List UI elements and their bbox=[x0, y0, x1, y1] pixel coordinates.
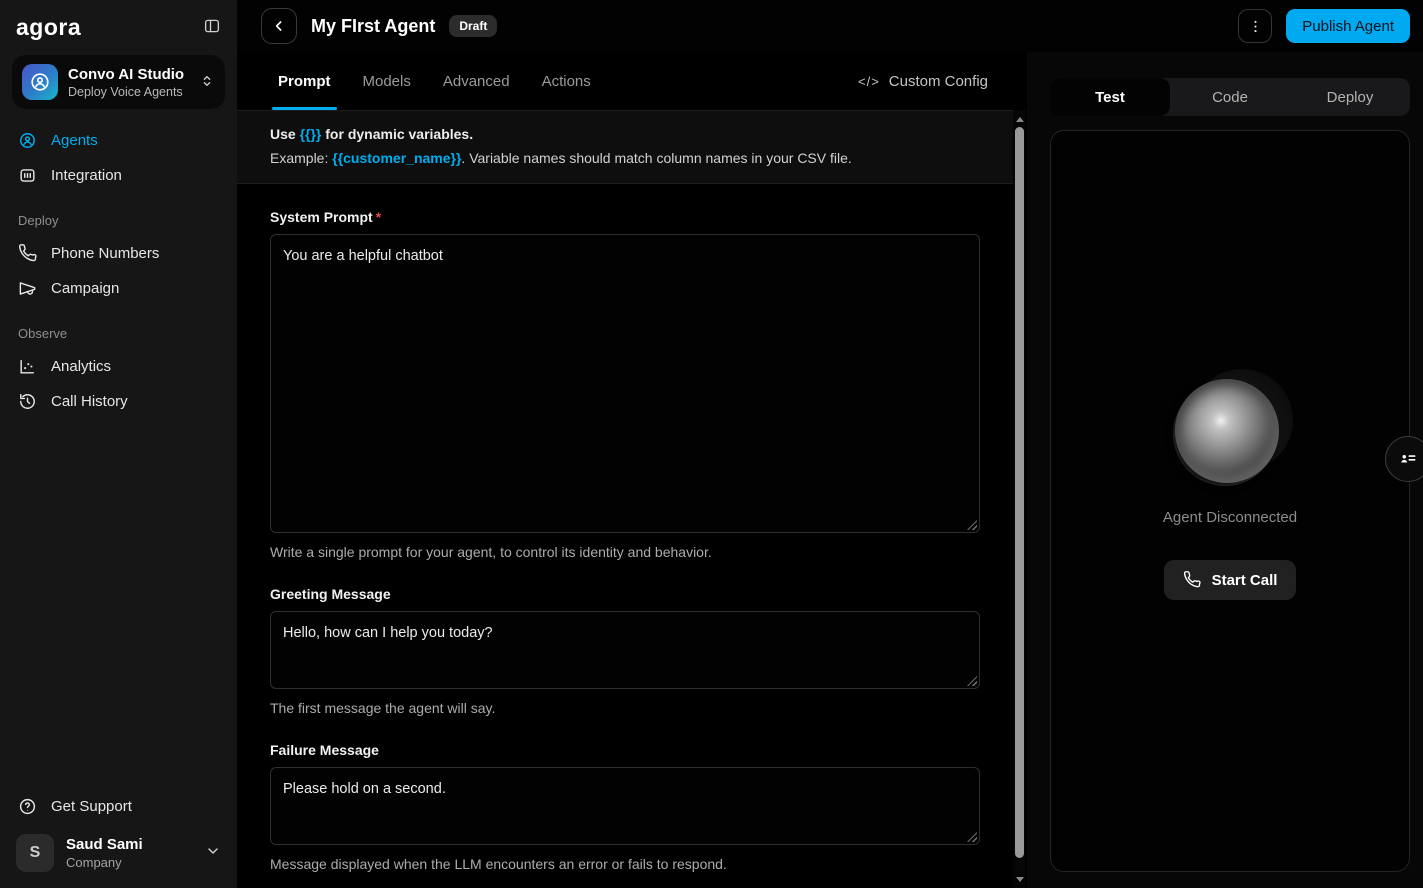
sidebar-item-agents[interactable]: Agents bbox=[12, 123, 225, 158]
custom-config-button[interactable]: </> Custom Config bbox=[858, 52, 988, 110]
info-line-1: Use {{}} for dynamic variables. bbox=[270, 126, 980, 142]
panel-collapse-icon bbox=[203, 17, 221, 38]
sidebar-item-campaign[interactable]: Campaign bbox=[12, 271, 225, 306]
phone-icon bbox=[1183, 571, 1201, 589]
custom-config-label: Custom Config bbox=[889, 73, 988, 90]
collapse-sidebar-button[interactable] bbox=[203, 17, 221, 38]
workspace-title: Convo AI Studio bbox=[68, 66, 189, 83]
status-badge: Draft bbox=[449, 15, 497, 37]
failure-message-input[interactable]: Please hold on a second. bbox=[270, 767, 980, 845]
workspace-switcher[interactable]: Convo AI Studio Deploy Voice Agents bbox=[12, 55, 225, 109]
more-options-button[interactable] bbox=[1238, 9, 1272, 43]
analytics-icon bbox=[18, 357, 37, 376]
variable-example-token: {{customer_name}} bbox=[332, 150, 461, 166]
tab-actions[interactable]: Actions bbox=[542, 52, 591, 110]
agent-status-text: Agent Disconnected bbox=[1163, 509, 1297, 526]
dynamic-variables-info: Use {{}} for dynamic variables. Example:… bbox=[237, 110, 1013, 184]
sidebar-item-label: Campaign bbox=[51, 280, 119, 297]
agora-logo: agora bbox=[16, 14, 81, 41]
chevrons-up-down-icon bbox=[199, 73, 215, 92]
get-support-label: Get Support bbox=[51, 798, 132, 815]
kebab-menu-icon bbox=[1247, 18, 1264, 35]
workspace-subtitle: Deploy Voice Agents bbox=[68, 85, 189, 99]
get-support-link[interactable]: Get Support bbox=[12, 789, 225, 824]
agents-icon bbox=[18, 131, 37, 150]
chevron-left-icon bbox=[271, 18, 287, 34]
variable-token: {{}} bbox=[300, 126, 322, 142]
sidebar-section-deploy: Deploy bbox=[12, 193, 225, 236]
agent-details-drawer-button[interactable] bbox=[1385, 436, 1423, 482]
tab-advanced[interactable]: Advanced bbox=[443, 52, 510, 110]
avatar: S bbox=[16, 834, 54, 872]
greeting-message-group: Greeting Message Hello, how can I help y… bbox=[270, 586, 980, 716]
user-org: Company bbox=[66, 855, 143, 870]
scrollbar-thumb[interactable] bbox=[1015, 127, 1024, 858]
tab-prompt[interactable]: Prompt bbox=[278, 52, 331, 110]
panel-tab-deploy[interactable]: Deploy bbox=[1290, 78, 1410, 116]
code-icon: </> bbox=[858, 74, 880, 89]
system-prompt-helper: Write a single prompt for your agent, to… bbox=[270, 544, 980, 560]
user-account-row[interactable]: S Saud Sami Company bbox=[12, 824, 225, 874]
start-call-button[interactable]: Start Call bbox=[1164, 560, 1297, 600]
history-clock-icon bbox=[18, 392, 37, 411]
sidebar-item-phone-numbers[interactable]: Phone Numbers bbox=[12, 236, 225, 271]
sidebar-item-label: Integration bbox=[51, 167, 122, 184]
help-circle-icon bbox=[18, 797, 37, 816]
sidebar: agora Convo AI Studio Deploy Voice Agent… bbox=[0, 0, 237, 888]
sidebar-item-label: Agents bbox=[51, 132, 98, 149]
failure-message-helper: Message displayed when the LLM encounter… bbox=[270, 856, 980, 872]
integration-icon bbox=[18, 166, 37, 185]
scroll-up-arrow-icon[interactable] bbox=[1013, 112, 1026, 126]
system-prompt-label: System Prompt* bbox=[270, 209, 980, 225]
convo-ai-studio-icon bbox=[22, 64, 58, 100]
contact-card-icon bbox=[1398, 449, 1418, 469]
sidebar-item-label: Analytics bbox=[51, 358, 111, 375]
sidebar-item-label: Call History bbox=[51, 393, 128, 410]
panel-tab-code[interactable]: Code bbox=[1170, 78, 1290, 116]
greeting-message-helper: The first message the agent will say. bbox=[270, 700, 980, 716]
sidebar-item-analytics[interactable]: Analytics bbox=[12, 349, 225, 384]
editor-tabs: Prompt Models Advanced Actions </> Custo… bbox=[237, 52, 1013, 110]
sidebar-item-label: Phone Numbers bbox=[51, 245, 159, 262]
agent-test-card: Agent Disconnected Start Call bbox=[1050, 130, 1410, 872]
prompt-form: System Prompt* You are a helpful chatbot… bbox=[237, 184, 1013, 872]
back-button[interactable] bbox=[261, 8, 297, 44]
tab-models[interactable]: Models bbox=[363, 52, 411, 110]
info-line-2: Example: {{customer_name}}. Variable nam… bbox=[270, 150, 980, 166]
panel-tab-test[interactable]: Test bbox=[1050, 78, 1170, 116]
system-prompt-group: System Prompt* You are a helpful chatbot… bbox=[270, 209, 980, 560]
panel-tabs: Test Code Deploy bbox=[1050, 78, 1410, 116]
page-header: My FIrst Agent Draft Publish Agent bbox=[237, 0, 1423, 52]
sidebar-header: agora bbox=[12, 10, 225, 55]
agent-editor: Prompt Models Advanced Actions </> Custo… bbox=[237, 52, 1013, 888]
start-call-label: Start Call bbox=[1212, 572, 1278, 589]
required-asterisk: * bbox=[376, 209, 381, 225]
phone-icon bbox=[18, 244, 37, 263]
user-name: Saud Sami bbox=[66, 836, 143, 853]
orb-sphere-icon bbox=[1175, 379, 1279, 483]
failure-message-group: Failure Message Please hold on a second.… bbox=[270, 742, 980, 872]
page-title: My FIrst Agent bbox=[311, 16, 435, 37]
greeting-message-label: Greeting Message bbox=[270, 586, 980, 602]
test-panel: Test Code Deploy Agent Disconnected Star… bbox=[1027, 52, 1423, 888]
greeting-message-input[interactable]: Hello, how can I help you today? bbox=[270, 611, 980, 689]
chevron-down-icon bbox=[205, 843, 221, 864]
editor-scrollbar[interactable] bbox=[1013, 110, 1026, 888]
publish-agent-button[interactable]: Publish Agent bbox=[1286, 9, 1410, 43]
sidebar-section-observe: Observe bbox=[12, 306, 225, 349]
scroll-down-arrow-icon[interactable] bbox=[1013, 872, 1026, 886]
system-prompt-input[interactable]: You are a helpful chatbot bbox=[270, 234, 980, 533]
app-root: agora Convo AI Studio Deploy Voice Agent… bbox=[0, 0, 1423, 888]
sidebar-item-call-history[interactable]: Call History bbox=[12, 384, 225, 419]
agent-orb bbox=[1175, 377, 1285, 487]
sidebar-item-integration[interactable]: Integration bbox=[12, 158, 225, 193]
megaphone-icon bbox=[18, 279, 37, 298]
failure-message-label: Failure Message bbox=[270, 742, 980, 758]
